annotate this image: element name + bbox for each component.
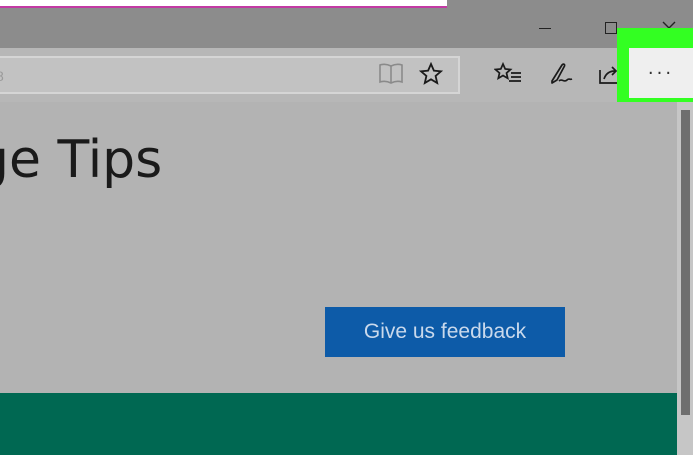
minimize-icon <box>539 27 551 29</box>
pen-icon <box>551 63 573 84</box>
reading-view-button[interactable] <box>376 60 406 88</box>
vertical-scrollbar[interactable] <box>677 102 693 455</box>
star-icon <box>419 62 443 85</box>
hub-button[interactable] <box>492 60 524 88</box>
green-banner <box>0 393 677 455</box>
minimize-button[interactable] <box>522 8 568 48</box>
hub-icon <box>494 62 521 82</box>
ellipsis-icon: ··· <box>647 62 675 84</box>
address-text: 8 <box>0 68 4 84</box>
maximize-icon <box>605 22 617 34</box>
reading-view-icon <box>379 63 403 84</box>
active-tab[interactable] <box>0 0 447 8</box>
page-content: ge Tips Give us feedback <box>0 102 693 455</box>
title-bar <box>0 8 693 48</box>
add-favorite-button[interactable] <box>416 60 446 88</box>
browser-toolbar: 8 <box>0 48 693 102</box>
more-actions-button[interactable]: ··· <box>629 48 693 98</box>
give-feedback-button[interactable]: Give us feedback <box>325 307 565 357</box>
edge-browser-window: 8 <box>0 0 693 455</box>
tab-strip <box>0 0 693 8</box>
scrollbar-thumb[interactable] <box>681 110 690 415</box>
web-note-button[interactable] <box>546 60 576 88</box>
page-title: ge Tips <box>0 130 163 190</box>
